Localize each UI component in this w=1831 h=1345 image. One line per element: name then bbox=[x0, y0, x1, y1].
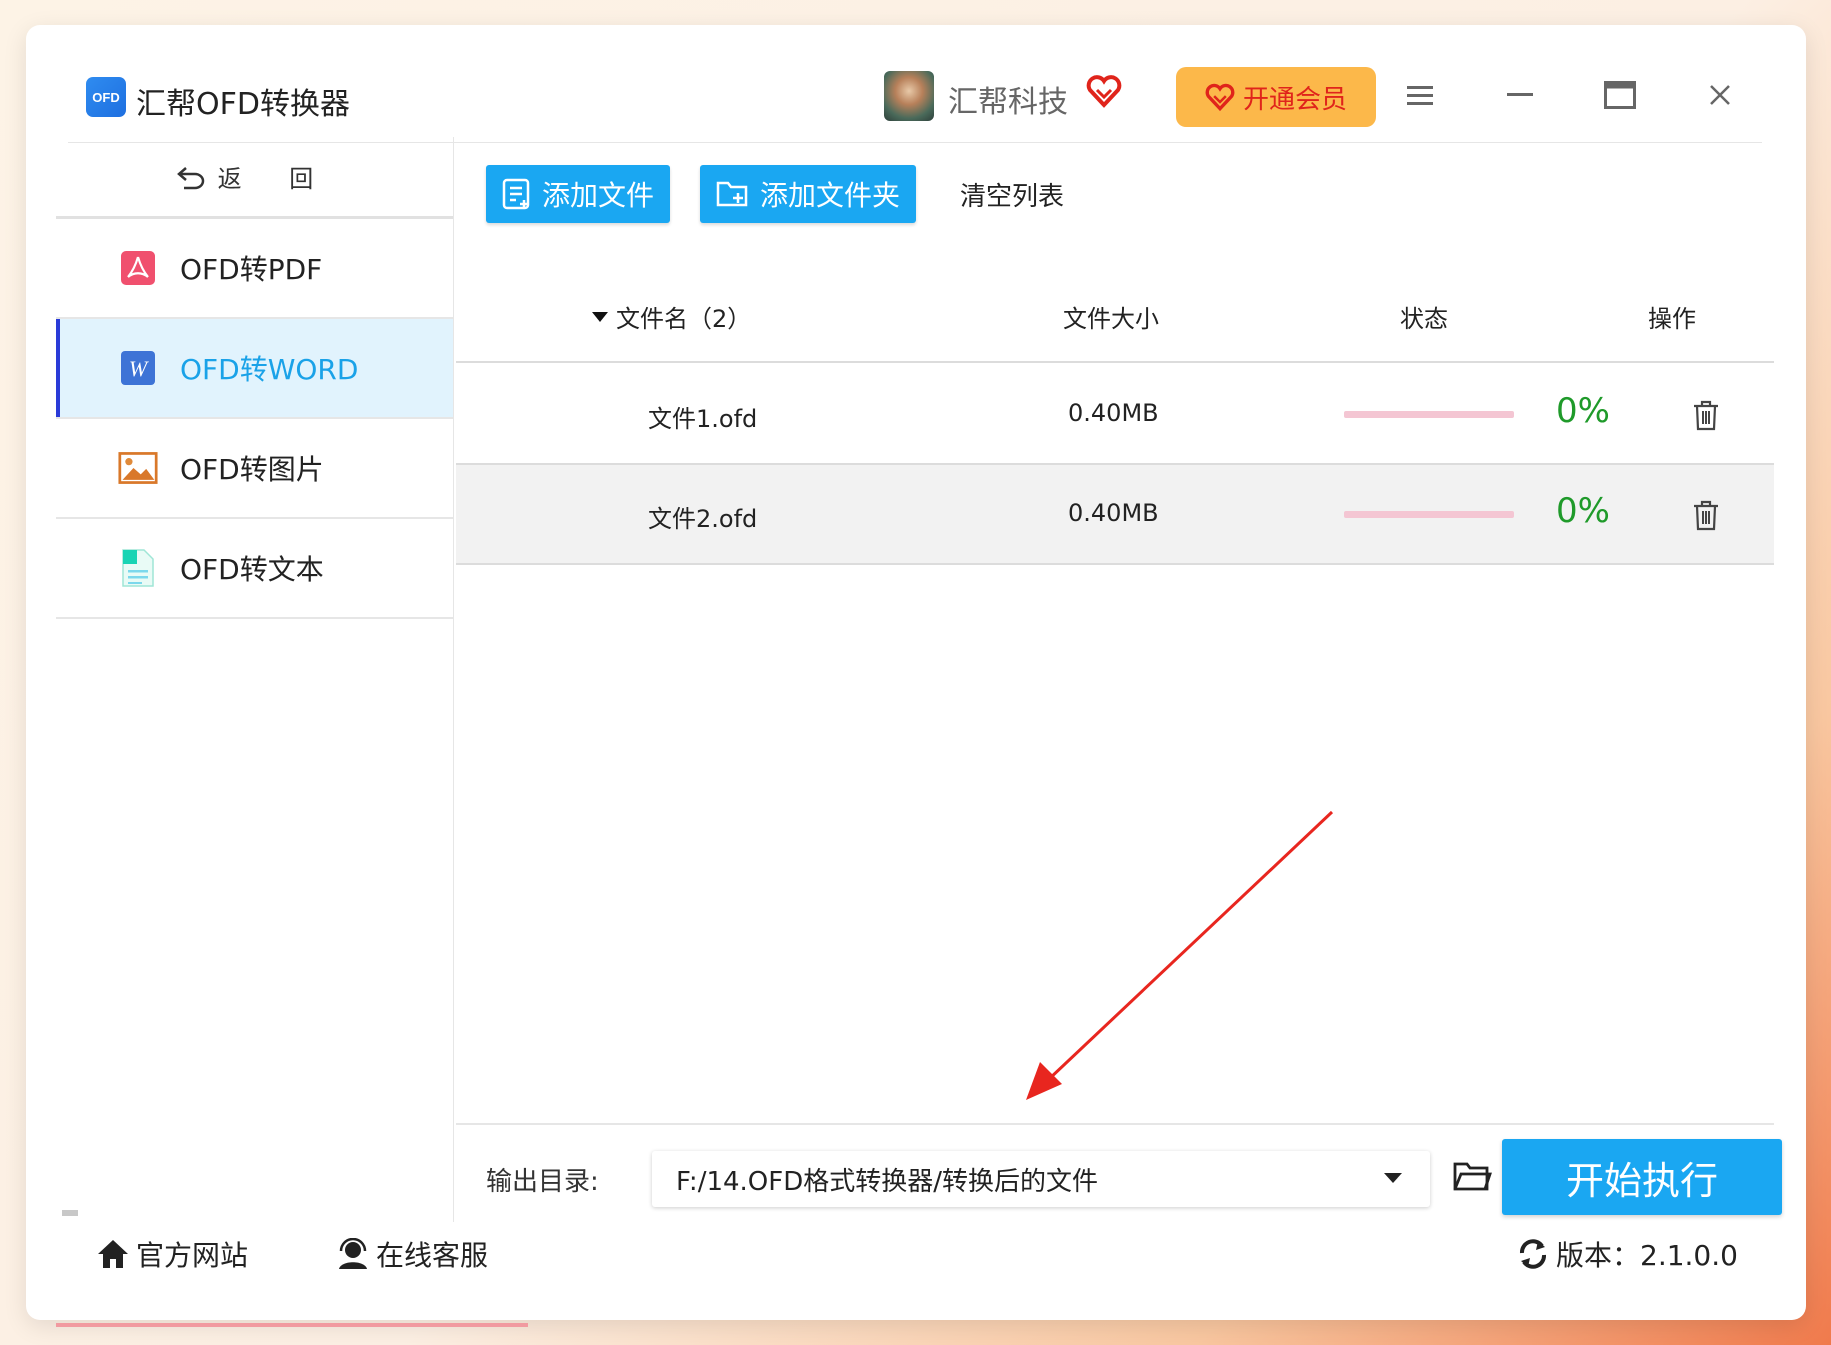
column-size-header: 文件大小 bbox=[1063, 305, 1159, 333]
add-file-icon bbox=[502, 178, 530, 210]
add-folder-label: 添加文件夹 bbox=[760, 179, 901, 212]
close-icon bbox=[1710, 85, 1730, 105]
bottom-accent-line bbox=[56, 1323, 528, 1327]
vip-button[interactable]: 开通会员 bbox=[1176, 67, 1376, 127]
support-agent-icon bbox=[339, 1238, 367, 1269]
progress-bar bbox=[1344, 511, 1514, 518]
output-dir-select[interactable]: F:/14.OFD格式转换器/转换后的文件 bbox=[652, 1151, 1430, 1207]
online-support-label: 在线客服 bbox=[376, 1239, 489, 1272]
scrollbar-handle[interactable] bbox=[62, 1210, 78, 1216]
sort-down-icon bbox=[592, 311, 608, 322]
app-title: 汇帮OFD转换器 bbox=[136, 87, 350, 122]
sidebar-item-ofd-to-pdf[interactable]: OFD转PDF bbox=[56, 219, 453, 319]
minimize-button[interactable] bbox=[1500, 75, 1540, 115]
progress-percent: 0% bbox=[1556, 491, 1610, 531]
output-bar: 输出目录: F:/14.OFD格式转换器/转换后的文件 开始执行 bbox=[456, 1123, 1782, 1229]
toolbar: 添加文件 添加文件夹 清空列表 bbox=[486, 165, 1064, 223]
delete-icon[interactable] bbox=[1690, 499, 1722, 531]
add-folder-button[interactable]: 添加文件夹 bbox=[700, 165, 917, 223]
official-website-label: 官方网站 bbox=[136, 1239, 249, 1272]
svg-text:W: W bbox=[129, 356, 149, 381]
account-name[interactable]: 汇帮科技 bbox=[948, 77, 1068, 121]
chevron-down-icon bbox=[1384, 1173, 1402, 1183]
column-action-header: 操作 bbox=[1648, 305, 1696, 333]
column-name-header[interactable]: 文件名（2） bbox=[592, 299, 751, 334]
table-header: 文件名（2） 文件大小 状态 操作 bbox=[456, 267, 1774, 363]
version-info[interactable]: 版本：2.1.0.0 bbox=[1516, 1234, 1738, 1274]
sidebar-item-label: OFD转图片 bbox=[180, 453, 324, 486]
progress-percent: 0% bbox=[1556, 391, 1610, 431]
online-support-link[interactable]: 在线客服 bbox=[336, 1234, 488, 1274]
app-logo-icon: OFD bbox=[86, 77, 126, 117]
footer: 官方网站 在线客服 版本：2.1.0.0 bbox=[56, 1222, 1774, 1290]
file-size: 0.40MB bbox=[1068, 499, 1159, 527]
progress-bar bbox=[1344, 411, 1514, 418]
output-dir-value: F:/14.OFD格式转换器/转换后的文件 bbox=[676, 1166, 1099, 1197]
column-name-label: 文件名（2） bbox=[616, 305, 752, 333]
menu-icon bbox=[1407, 86, 1433, 105]
start-button[interactable]: 开始执行 bbox=[1502, 1139, 1782, 1215]
file-panel: 添加文件 添加文件夹 清空列表 文件名（2） 文件大小 状态 操作 文件1.of… bbox=[456, 137, 1774, 1097]
file-name: 文件2.ofd bbox=[648, 505, 758, 533]
vip-heart-icon bbox=[1086, 75, 1122, 108]
back-label: 返 回 bbox=[217, 165, 334, 193]
word-icon: W bbox=[118, 348, 158, 388]
add-file-label: 添加文件 bbox=[542, 179, 655, 212]
back-button[interactable]: 返 回 bbox=[56, 137, 453, 219]
menu-button[interactable] bbox=[1400, 75, 1440, 115]
close-button[interactable] bbox=[1700, 75, 1740, 115]
folder-open-icon[interactable] bbox=[1452, 1159, 1492, 1195]
sidebar-item-label: OFD转WORD bbox=[180, 353, 359, 386]
title-bar: OFD 汇帮OFD转换器 汇帮科技 开通会员 bbox=[68, 65, 1762, 143]
maximize-icon bbox=[1604, 81, 1636, 109]
table-row[interactable]: 文件1.ofd 0.40MB 0% bbox=[456, 365, 1774, 465]
add-file-button[interactable]: 添加文件 bbox=[486, 165, 671, 223]
column-status-header: 状态 bbox=[1400, 305, 1448, 333]
vip-button-label: 开通会员 bbox=[1242, 84, 1347, 115]
sidebar: 返 回 OFD转PDF W OFD转WORD OFD转图片 OFD转文本 bbox=[56, 137, 454, 1222]
sidebar-item-ofd-to-word[interactable]: W OFD转WORD bbox=[56, 319, 453, 419]
back-arrow-icon bbox=[176, 166, 204, 189]
image-icon bbox=[118, 448, 158, 488]
refresh-icon bbox=[1520, 1239, 1546, 1269]
home-icon bbox=[98, 1240, 128, 1268]
file-size: 0.40MB bbox=[1068, 399, 1159, 427]
avatar[interactable] bbox=[884, 71, 934, 121]
pdf-icon bbox=[118, 248, 158, 288]
version-label: 版本：2.1.0.0 bbox=[1556, 1239, 1738, 1272]
table-row[interactable]: 文件2.ofd 0.40MB 0% bbox=[456, 465, 1774, 565]
text-file-icon bbox=[118, 548, 158, 588]
delete-icon[interactable] bbox=[1690, 399, 1722, 431]
add-folder-icon bbox=[716, 181, 748, 207]
official-website-link[interactable]: 官方网站 bbox=[96, 1234, 248, 1274]
minimize-icon bbox=[1507, 93, 1533, 96]
sidebar-item-label: OFD转文本 bbox=[180, 553, 324, 586]
clear-list-button[interactable]: 清空列表 bbox=[960, 176, 1064, 213]
sidebar-item-label: OFD转PDF bbox=[180, 253, 323, 286]
sidebar-item-ofd-to-text[interactable]: OFD转文本 bbox=[56, 519, 453, 619]
file-name: 文件1.ofd bbox=[648, 405, 758, 433]
maximize-button[interactable] bbox=[1600, 75, 1640, 115]
sidebar-item-ofd-to-image[interactable]: OFD转图片 bbox=[56, 419, 453, 519]
output-dir-label: 输出目录: bbox=[486, 1167, 599, 1197]
vip-heart-icon bbox=[1205, 83, 1235, 112]
